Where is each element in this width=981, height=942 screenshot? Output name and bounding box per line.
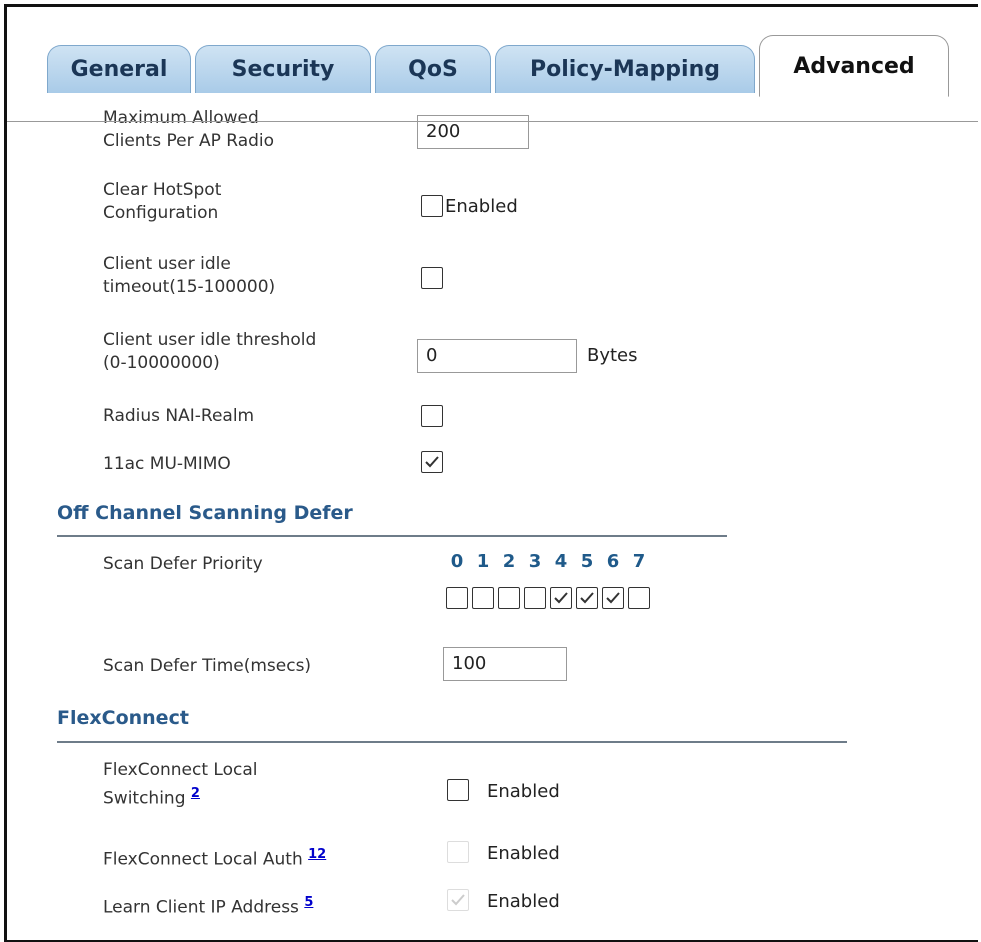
priority-number: 3 bbox=[528, 551, 542, 572]
off-channel-section-title: Off Channel Scanning Defer bbox=[57, 502, 353, 524]
tab-policy-mapping[interactable]: Policy-Mapping bbox=[495, 45, 755, 93]
priority-6-checkbox[interactable] bbox=[602, 587, 624, 609]
learn-client-ip-option: Enabled bbox=[487, 891, 560, 912]
priority-number: 5 bbox=[580, 551, 594, 572]
learn-client-ip-label: Learn Client IP Address 5 bbox=[103, 895, 314, 918]
tab-divider bbox=[7, 121, 978, 122]
radius-nai-realm-label: Radius NAI-Realm bbox=[103, 406, 255, 426]
scan-defer-priority-label: Scan Defer Priority bbox=[103, 554, 263, 574]
flexconnect-section-title: FlexConnect bbox=[57, 707, 189, 729]
clear-hotspot-checkbox[interactable] bbox=[421, 195, 443, 217]
learn-client-ip-checkbox[interactable] bbox=[447, 889, 469, 911]
priority-number: 1 bbox=[476, 551, 490, 572]
checkmark-icon bbox=[425, 456, 439, 468]
priority-number: 4 bbox=[554, 551, 568, 572]
radius-nai-realm-checkbox[interactable] bbox=[421, 405, 443, 427]
section-divider bbox=[57, 741, 847, 743]
scan-defer-time-label: Scan Defer Time(msecs) bbox=[103, 656, 312, 676]
help-link[interactable]: 12 bbox=[308, 847, 326, 862]
flexconnect-local-auth-label: FlexConnect Local Auth 12 bbox=[103, 847, 327, 870]
tab-general[interactable]: General bbox=[47, 45, 191, 93]
priority-0-checkbox[interactable] bbox=[446, 587, 468, 609]
max-clients-label: Maximum Allowed Clients Per AP Radio bbox=[103, 108, 275, 151]
priority-1-checkbox[interactable] bbox=[472, 587, 494, 609]
scan-defer-time-input[interactable]: 100 bbox=[443, 647, 567, 681]
flexconnect-local-auth-option: Enabled bbox=[487, 843, 560, 864]
flexconnect-local-switching-label: FlexConnect Local Switching 2 bbox=[103, 760, 258, 809]
mu-mimo-checkbox[interactable] bbox=[421, 451, 443, 473]
clear-hotspot-option-label: Enabled bbox=[445, 196, 518, 217]
mu-mimo-label: 11ac MU-MIMO bbox=[103, 454, 231, 474]
priority-2-checkbox[interactable] bbox=[498, 587, 520, 609]
help-link[interactable]: 5 bbox=[304, 895, 313, 910]
tab-bar: General Security QoS Policy-Mapping Adva… bbox=[7, 31, 978, 122]
checkmark-icon bbox=[580, 592, 594, 604]
priority-5-checkbox[interactable] bbox=[576, 587, 598, 609]
idle-timeout-checkbox[interactable] bbox=[421, 267, 443, 289]
priority-number: 7 bbox=[632, 551, 646, 572]
idle-threshold-unit: Bytes bbox=[587, 345, 638, 366]
priority-number: 2 bbox=[502, 551, 516, 572]
help-link[interactable]: 2 bbox=[191, 786, 200, 801]
flexconnect-local-switching-checkbox[interactable] bbox=[447, 779, 469, 801]
priority-7-checkbox[interactable] bbox=[628, 587, 650, 609]
flexconnect-local-auth-checkbox[interactable] bbox=[447, 841, 469, 863]
tab-qos[interactable]: QoS bbox=[375, 45, 491, 93]
checkmark-icon bbox=[451, 894, 465, 906]
priority-number: 0 bbox=[450, 551, 464, 572]
idle-timeout-label: Client user idle timeout(15-100000) bbox=[103, 254, 276, 297]
idle-threshold-label: Client user idle threshold (0-10000000) bbox=[103, 330, 317, 373]
idle-threshold-input[interactable]: 0 bbox=[417, 339, 577, 373]
tab-advanced[interactable]: Advanced bbox=[759, 35, 949, 97]
priority-number: 6 bbox=[606, 551, 620, 572]
checkmark-icon bbox=[606, 592, 620, 604]
clear-hotspot-label: Clear HotSpot Configuration bbox=[103, 180, 222, 223]
priority-3-checkbox[interactable] bbox=[524, 587, 546, 609]
flexconnect-local-switching-option: Enabled bbox=[487, 781, 560, 802]
wlan-edit-panel: General Security QoS Policy-Mapping Adva… bbox=[4, 4, 978, 942]
tab-security[interactable]: Security bbox=[195, 45, 371, 93]
section-divider bbox=[57, 535, 727, 537]
checkmark-icon bbox=[554, 592, 568, 604]
priority-4-checkbox[interactable] bbox=[550, 587, 572, 609]
